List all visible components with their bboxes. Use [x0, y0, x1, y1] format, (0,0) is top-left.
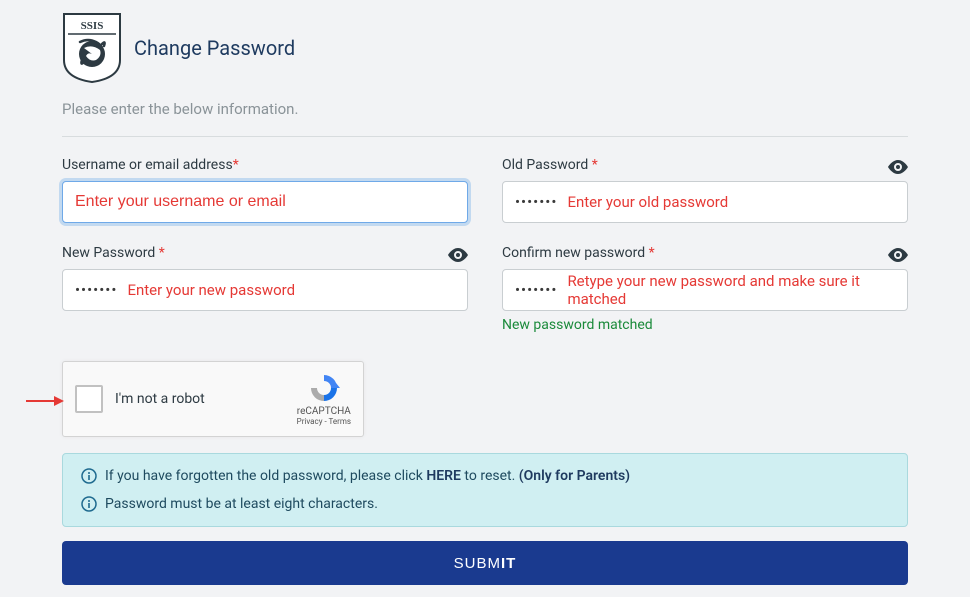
page-header: SSIS Change Password — [62, 12, 908, 84]
new-password-field-group: New Password * ••••••• Enter your new pa… — [62, 245, 468, 333]
confirm-password-placeholder: Retype your new password and make sure i… — [567, 272, 895, 308]
username-input[interactable] — [62, 181, 468, 223]
submit-button[interactable]: SUBMIT — [62, 541, 908, 585]
info-icon — [81, 468, 97, 484]
new-password-input[interactable]: ••••••• Enter your new password — [62, 269, 468, 311]
old-password-label: Old Password * — [502, 157, 908, 173]
old-password-placeholder: Enter your old password — [567, 193, 728, 211]
divider — [62, 136, 908, 137]
validation-message: New password matched — [502, 317, 908, 333]
here-link[interactable]: HERE — [426, 468, 461, 484]
info-icon — [81, 496, 97, 512]
confirm-password-input[interactable]: ••••••• Retype your new password and mak… — [502, 269, 908, 311]
info-panel: If you have forgotten the old password, … — [62, 453, 908, 527]
eye-icon[interactable] — [888, 159, 908, 178]
username-label: Username or email address* — [62, 157, 468, 173]
recaptcha-label: I'm not a robot — [115, 391, 285, 407]
recaptcha-icon — [308, 372, 340, 404]
confirm-password-field-group: Confirm new password * ••••••• Retype yo… — [502, 245, 908, 333]
password-mask: ••••••• — [75, 281, 117, 299]
password-mask: ••••••• — [515, 281, 557, 299]
new-password-placeholder: Enter your new password — [127, 281, 295, 299]
new-password-label: New Password * — [62, 245, 468, 261]
confirm-password-label: Confirm new password * — [502, 245, 908, 261]
subtitle: Please enter the below information. — [62, 100, 908, 118]
info-line-1: If you have forgotten the old password, … — [81, 468, 889, 484]
eye-icon[interactable] — [888, 247, 908, 266]
old-password-input[interactable]: ••••••• Enter your old password — [502, 181, 908, 223]
recaptcha-checkbox[interactable] — [75, 385, 103, 413]
recaptcha-widget: I'm not a robot reCAPTCHA Privacy - Term… — [62, 361, 364, 437]
password-mask: ••••••• — [515, 193, 557, 211]
ssis-logo: SSIS — [62, 12, 122, 84]
svg-text:SSIS: SSIS — [81, 20, 104, 32]
info-line-2: Password must be at least eight characte… — [81, 496, 889, 512]
username-field-group: Username or email address* .text-input.f… — [62, 157, 468, 223]
red-arrow-annotation — [26, 393, 64, 409]
page-title: Change Password — [134, 36, 295, 60]
eye-icon[interactable] — [448, 247, 468, 266]
recaptcha-branding: reCAPTCHA Privacy - Terms — [297, 372, 351, 426]
old-password-field-group: Old Password * ••••••• Enter your old pa… — [502, 157, 908, 223]
